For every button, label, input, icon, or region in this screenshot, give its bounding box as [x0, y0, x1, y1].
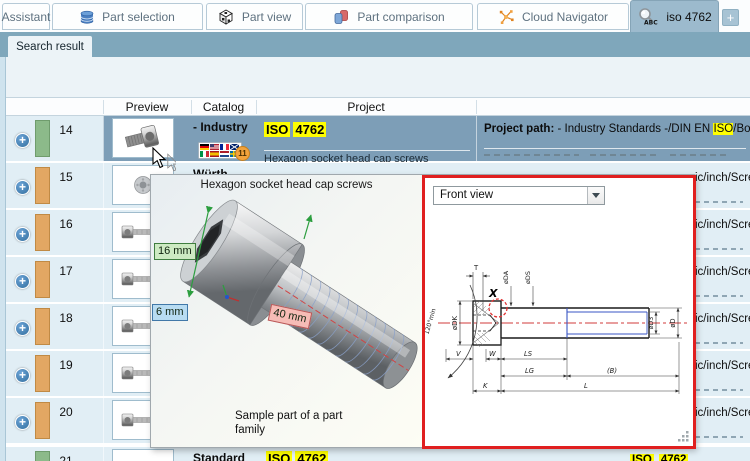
filter-toolbar: Filter: All catalogs	[0, 57, 750, 146]
row-number: 17	[59, 264, 73, 278]
tab-assistant[interactable]: Assistant	[2, 3, 50, 30]
tab-part-selection[interactable]: Part selection	[52, 3, 203, 30]
new-tab-button[interactable]: +	[722, 9, 739, 26]
row-number: 14	[59, 123, 73, 137]
tab-label: Assistant	[1, 9, 51, 24]
row-number: 20	[59, 405, 73, 419]
search-abc-icon: ABC	[639, 7, 659, 26]
app-window: Assistant Part selection Part view Part …	[0, 0, 750, 461]
row-number: 16	[59, 217, 73, 231]
cube-icon	[218, 8, 233, 25]
technical-drawing-panel: Front view X T øDK 120°min øDA øDS øD3 ø…	[422, 175, 696, 449]
svg-text:L: L	[584, 382, 588, 390]
expand-row-button[interactable]: +	[15, 321, 30, 336]
project-name: ISO 4762	[266, 450, 329, 461]
svg-text:V: V	[456, 350, 462, 358]
row-number: 15	[59, 170, 73, 184]
catalog-name: Standard	[193, 451, 246, 461]
path-sliver: ic/inch/Scre	[695, 360, 750, 372]
svg-text:LG: LG	[525, 367, 534, 375]
project-path: Project path: - Industry Standards -/DIN…	[484, 123, 750, 135]
tab-label: Part view	[241, 9, 292, 24]
highlight-4762: 4762	[293, 122, 327, 137]
part-preview-popup: Hexagon socket head cap screws 16 mm 6 m…	[150, 174, 696, 449]
header-project[interactable]: Project	[256, 100, 476, 114]
project-name: ISO 4762	[264, 121, 327, 139]
svg-text:øDS: øDS	[524, 271, 532, 284]
dim-badge-head: 16 mm	[154, 243, 196, 260]
row-number: 18	[59, 311, 73, 325]
tab-label: Part selection	[102, 9, 175, 24]
tab-search-result[interactable]: Search result	[8, 36, 92, 57]
column-separator	[191, 100, 192, 114]
view-dropdown-value: Front view	[440, 189, 494, 201]
table-header: Preview Catalog Project	[6, 97, 750, 116]
svg-text:ABC: ABC	[644, 19, 658, 26]
expand-row-button[interactable]: +	[15, 133, 30, 148]
expand-row-button[interactable]: +	[15, 415, 30, 430]
divider	[264, 150, 470, 151]
catalog-count-badge: 11	[235, 146, 250, 161]
table-row-21[interactable]: 21 Standard ISO 4762 ISO 4762	[6, 447, 750, 461]
mouse-cursor-icon	[152, 147, 176, 172]
tab-label: Part comparison	[357, 9, 445, 24]
project-name-clipped: Hexagon socket head cap screws	[264, 153, 429, 162]
resize-grip[interactable]	[678, 431, 690, 443]
project-path-highlights: ISO 4762	[630, 450, 689, 461]
svg-text:(B): (B)	[607, 367, 617, 375]
path-sliver: ic/inch/Scre	[695, 407, 750, 419]
technical-drawing: X T øDK 120°min øDA øDS øD3 øD V W LS LG…	[425, 264, 689, 394]
svg-text:T: T	[473, 264, 479, 272]
expand-row-button[interactable]: +	[15, 368, 30, 383]
column-separator	[476, 100, 477, 114]
header-catalog[interactable]: Catalog	[191, 100, 256, 114]
search-result-label: Search result	[16, 40, 84, 53]
tab-label: Cloud Navigator	[521, 9, 609, 24]
part-preview-thumbnail[interactable]	[112, 449, 174, 461]
svg-text:øDA: øDA	[502, 270, 510, 284]
chevron-down-icon	[592, 193, 600, 202]
tab-part-comparison[interactable]: Part comparison	[305, 3, 473, 30]
path-sliver: ic/inch/Scre	[695, 172, 750, 184]
tab-cloud-navigator[interactable]: Cloud Navigator	[477, 3, 629, 30]
view-dropdown-arrow[interactable]	[587, 187, 604, 204]
row-number: 19	[59, 358, 73, 372]
svg-text:120°min: 120°min	[425, 308, 438, 336]
highlight-iso-path: ISO	[713, 123, 734, 135]
database-icon	[80, 10, 94, 24]
main-tab-bar: Assistant Part selection Part view Part …	[0, 0, 750, 32]
divider	[484, 148, 746, 149]
header-preview[interactable]: Preview	[103, 100, 191, 114]
svg-text:X: X	[488, 287, 498, 300]
path-sliver: ic/inch/Scre	[695, 219, 750, 231]
svg-text:LS: LS	[524, 350, 533, 358]
svg-text:øDK: øDK	[451, 315, 459, 330]
compare-parts-icon	[334, 9, 349, 24]
svg-text:øD3: øD3	[648, 317, 655, 330]
expand-row-button[interactable]: +	[15, 274, 30, 289]
column-separator	[256, 100, 257, 114]
dim-badge-socket: 6 mm	[152, 304, 188, 321]
table-row-14[interactable]: + 14 - Industry 11 ISO 4762 Hexagon sock…	[6, 116, 750, 162]
network-icon	[499, 9, 514, 24]
svg-text:W: W	[489, 350, 496, 358]
highlight-iso: ISO	[264, 122, 291, 137]
subtab-bar	[0, 32, 750, 57]
svg-text:K: K	[483, 382, 488, 390]
column-separator	[103, 100, 104, 114]
path-sliver: ic/inch/Scre	[695, 266, 750, 278]
row-number: 21	[59, 454, 73, 461]
tab-part-view[interactable]: Part view	[206, 3, 303, 30]
expand-row-button[interactable]: +	[15, 227, 30, 242]
catalog-name: - Industry	[193, 120, 248, 134]
tab-iso-4762-active[interactable]: ABC iso 4762	[630, 0, 719, 32]
path-sliver: ic/inch/Scre	[695, 313, 750, 325]
view-dropdown[interactable]: Front view	[433, 186, 605, 205]
expand-row-button[interactable]: +	[15, 180, 30, 195]
tab-label: iso 4762	[666, 9, 712, 24]
svg-text:øD: øD	[669, 318, 677, 327]
popup-caption: Sample part of a part family	[235, 410, 343, 436]
